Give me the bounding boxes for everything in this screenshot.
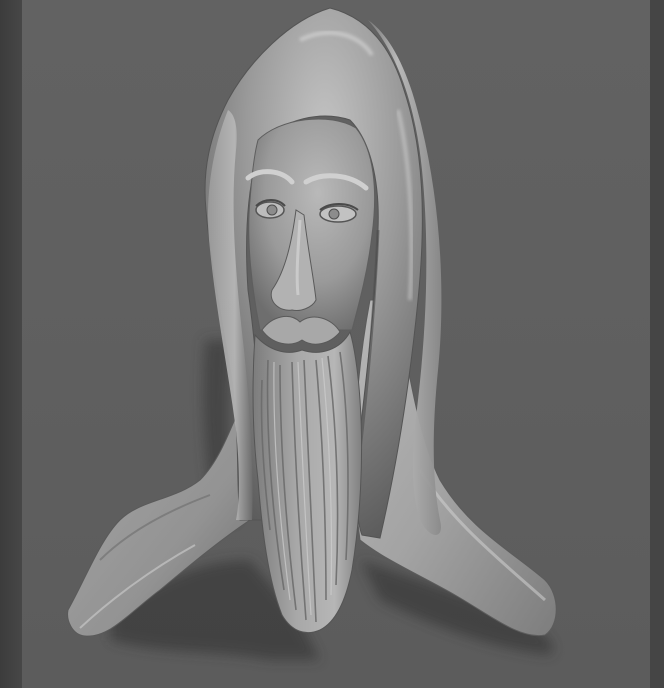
left-eye — [255, 199, 286, 219]
right-eye — [319, 203, 359, 223]
moustache — [261, 315, 341, 345]
sculpture-render — [67, 7, 557, 660]
viewport — [0, 0, 664, 688]
